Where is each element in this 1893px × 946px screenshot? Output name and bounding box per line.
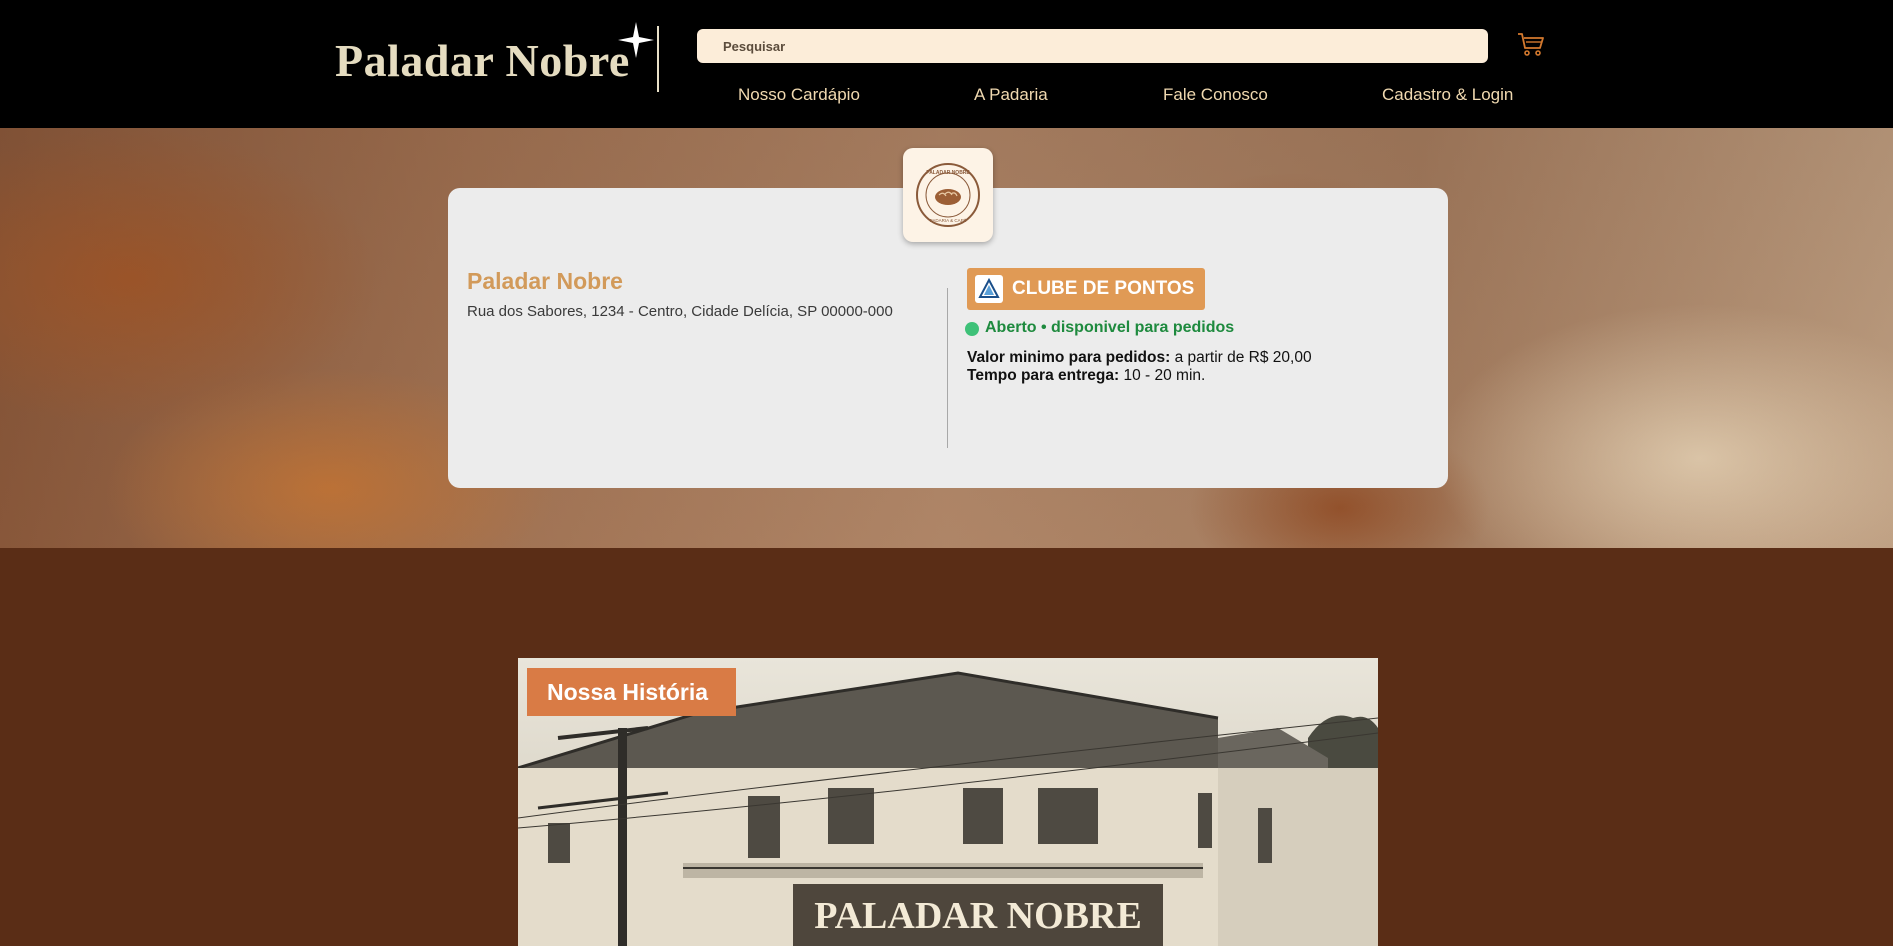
site-logo[interactable]: Paladar Nobre: [335, 34, 630, 87]
delivery-time-value: 10 - 20 min.: [1123, 367, 1206, 384]
min-order-label: Valor minimo para pedidos:: [967, 349, 1171, 366]
history-section-title: Nossa História: [527, 668, 736, 716]
history-sign-text: PALADAR NOBRE: [814, 895, 1142, 937]
delivery-time-row: Tempo para entrega: 10 - 20 min.: [967, 367, 1205, 385]
delivery-time-label: Tempo para entrega:: [967, 367, 1120, 384]
cart-icon[interactable]: [1517, 31, 1545, 57]
points-club-button[interactable]: CLUBE DE PONTOS: [967, 268, 1205, 310]
nav-link-cardapio[interactable]: Nosso Cardápio: [738, 85, 860, 105]
store-address: Rua dos Sabores, 1234 - Centro, Cidade D…: [467, 303, 893, 320]
status-indicator-dot: [965, 322, 979, 336]
min-order-value: a partir de R$ 20,00: [1174, 349, 1312, 366]
logo-divider: [657, 26, 659, 92]
store-name: Paladar Nobre: [467, 268, 623, 294]
card-divider: [947, 288, 948, 448]
search-input[interactable]: [723, 29, 1488, 63]
badge-text-bottom: PADARIA & CAFÉ: [930, 217, 967, 223]
nav-link-fale-conosco[interactable]: Fale Conosco: [1163, 85, 1268, 105]
nav-link-cadastro-login[interactable]: Cadastro & Login: [1382, 85, 1513, 105]
triangle-logo-icon: [975, 275, 1003, 303]
store-badge: PALADAR NOBRE PADARIA & CAFÉ: [903, 148, 993, 242]
points-club-label: CLUBE DE PONTOS: [1012, 278, 1195, 299]
bakery-seal-logo: PALADAR NOBRE PADARIA & CAFÉ: [916, 163, 980, 227]
history-title: Nossa História: [547, 679, 709, 705]
search-bar[interactable]: [697, 29, 1488, 63]
sparkle-icon: [618, 22, 654, 58]
nav-link-padaria[interactable]: A Padaria: [974, 85, 1048, 105]
min-order-row: Valor minimo para pedidos: a partir de R…: [967, 349, 1312, 367]
open-status-text: Aberto • disponivel para pedidos: [985, 319, 1235, 336]
top-header: Paladar Nobre Nosso Cardápio A Padaria F…: [0, 0, 1893, 128]
badge-text-top: PALADAR NOBRE: [926, 170, 970, 176]
